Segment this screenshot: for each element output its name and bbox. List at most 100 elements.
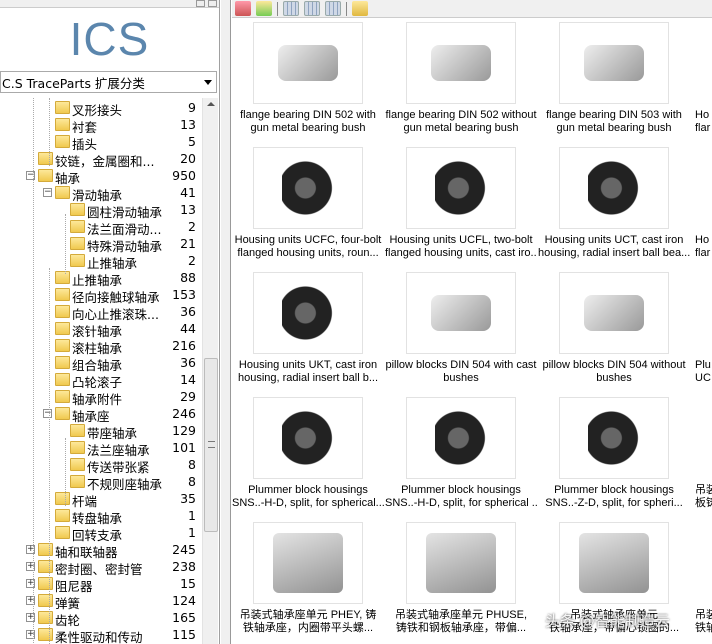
part-thumbnail[interactable] [406, 147, 516, 229]
tree-item[interactable]: 滚针轴承 44 [0, 320, 202, 339]
tree-item[interactable]: 转盘轴承 1 [0, 507, 202, 526]
tree-item[interactable]: 滚柱轴承 216 [0, 337, 202, 356]
part-image [273, 533, 343, 593]
part-item[interactable]: 吊装式轴承座单元 PHEY, 铸铁轴承座，内圈带平头螺... [232, 522, 384, 635]
part-image [426, 533, 496, 593]
scrollbar-thumb[interactable] [204, 358, 218, 532]
part-item[interactable]: pillow blocks DIN 504 with cast bushes [385, 272, 537, 385]
tree-item[interactable]: 止推轴承 2 [0, 252, 202, 271]
part-caption: 吊装 铁轴 [691, 609, 712, 635]
part-caption: flange bearing DIN 503 with gun metal bea… [538, 109, 690, 135]
part-item[interactable]: 吊装 铁轴 [691, 522, 712, 635]
part-image [282, 284, 334, 342]
tree-item[interactable]: 衬套 13 [0, 116, 202, 135]
chevron-down-icon[interactable] [204, 79, 212, 85]
part-caption: Ho flar [691, 234, 712, 260]
collapse-icon[interactable]: − [43, 188, 52, 197]
tree-item[interactable]: 向心止推滚珠... 36 [0, 303, 202, 322]
tree-item[interactable]: 凸轮滚子 14 [0, 371, 202, 390]
part-image [588, 159, 640, 217]
part-thumbnail[interactable] [253, 272, 363, 354]
part-item[interactable]: Housing units UCFC, four-bolt flanged hou… [232, 147, 384, 260]
tree-item[interactable]: 铰链，金属圈和... 20 [0, 150, 202, 169]
tree-item[interactable]: 特殊滑动轴承 21 [0, 235, 202, 254]
part-item[interactable]: flange bearing DIN 503 with gun metal bea… [538, 22, 690, 135]
part-item[interactable]: Ho flar [691, 147, 712, 260]
tree-item[interactable]: 带座轴承 129 [0, 422, 202, 441]
part-item[interactable]: Plu UC [691, 272, 712, 385]
part-thumbnail[interactable] [559, 272, 669, 354]
part-item[interactable]: Plummer block housings SNS..-Z-D, split, … [538, 397, 690, 510]
category-tree: 叉形接头 9 衬套 13 插头 5 铰链，金属圈和... 20− 轴承 950− 滑动轴承 41 圆柱滑… [0, 98, 202, 644]
part-thumbnail[interactable] [406, 272, 516, 354]
panel-splitter[interactable] [221, 0, 231, 644]
tree-item[interactable]: 不规则座轴承 8 [0, 473, 202, 492]
part-item[interactable]: flange bearing DIN 502 without gun metal … [385, 22, 537, 135]
tree-item[interactable]: 回转支承 1 [0, 524, 202, 543]
tree-item[interactable]: 插头 5 [0, 133, 202, 152]
part-item[interactable]: 吊装 板铸 [691, 397, 712, 510]
tree-item-label: 柔性驱动和传动 [55, 630, 143, 644]
part-thumbnail[interactable] [559, 397, 669, 479]
tree-item[interactable]: 法兰座轴承 101 [0, 439, 202, 458]
part-item[interactable]: Housing units UCFL, two-bolt flanged hous… [385, 147, 537, 260]
list-view-icon[interactable] [304, 1, 320, 16]
part-image [435, 409, 487, 467]
part-item[interactable]: Housing units UCT, cast iron housing, rad… [538, 147, 690, 260]
part-item[interactable]: pillow blocks DIN 504 without bushes [538, 272, 690, 385]
part-item[interactable]: Plummer block housings SNS..-H-D, split, … [232, 397, 384, 510]
part-item[interactable]: Plummer block housings SNS..-H-D, split, … [385, 397, 537, 510]
large-icons-view-icon[interactable] [283, 1, 299, 16]
tree-item[interactable]: 杆端 35 [0, 490, 202, 509]
caption-line: gun metal bearing bush [250, 122, 366, 134]
tree-item[interactable]: 止推轴承 88 [0, 269, 202, 288]
tree-scrollbar[interactable] [202, 98, 218, 644]
collapse-icon[interactable]: − [43, 409, 52, 418]
tree-item[interactable]: + 齿轮 165 [0, 609, 202, 628]
part-thumbnail[interactable] [559, 522, 669, 604]
tree-item[interactable]: 法兰面滑动... 2 [0, 218, 202, 237]
tree-item[interactable]: 轴承附件 29 [0, 388, 202, 407]
part-thumbnail[interactable] [406, 522, 516, 604]
details-view-icon[interactable] [325, 1, 341, 16]
tree-item[interactable]: + 轴和联轴器 245 [0, 541, 202, 560]
tree-item-count: 216 [172, 338, 196, 353]
part-thumbnail[interactable] [253, 522, 363, 604]
part-item[interactable]: flange bearing DIN 502 with gun metal bea… [232, 22, 384, 135]
tree-item-count: 115 [172, 627, 196, 642]
part-thumbnail[interactable] [406, 397, 516, 479]
tree-item[interactable]: 圆柱滑动轴承 13 [0, 201, 202, 220]
tree-item[interactable]: − 轴承 950 [0, 167, 202, 186]
tree-item[interactable]: 组合轴承 36 [0, 354, 202, 373]
home-icon[interactable] [235, 1, 251, 16]
tree-item[interactable]: + 柔性驱动和传动 115 [0, 626, 202, 644]
tree-item[interactable]: − 滑动轴承 41 [0, 184, 202, 203]
part-item[interactable]: Housing units UKT, cast iron housing, rad… [232, 272, 384, 385]
tree-item[interactable]: 叉形接头 9 [0, 99, 202, 118]
part-thumbnail[interactable] [559, 22, 669, 104]
part-thumbnail[interactable] [559, 147, 669, 229]
toolbar-separator [277, 1, 278, 16]
caption-line: 铁轴 [695, 622, 712, 634]
tree-item-count: 245 [172, 542, 196, 557]
tree-item[interactable]: 传送带张紧 8 [0, 456, 202, 475]
category-select[interactable]: C.S TraceParts 扩展分类 [0, 71, 217, 93]
tree-item[interactable]: + 密封圈、密封管 238 [0, 558, 202, 577]
up-folder-icon[interactable] [256, 1, 272, 16]
tree-item[interactable]: + 弹簧 124 [0, 592, 202, 611]
part-thumbnail[interactable] [406, 22, 516, 104]
part-item[interactable]: 吊装式轴承座单元 PHUSE, 铸铁和钢板轴承座，带偏... [385, 522, 537, 635]
caption-line: 铁轴承座，内圈带平头螺... [242, 622, 374, 634]
tree-item[interactable]: + 阻尼器 15 [0, 575, 202, 594]
tree-item[interactable]: − 轴承座 246 [0, 405, 202, 424]
scroll-up-icon[interactable] [207, 102, 215, 106]
part-thumbnail[interactable] [253, 147, 363, 229]
close-button[interactable] [208, 0, 217, 7]
tree-item[interactable]: 径向接触球轴承 153 [0, 286, 202, 305]
part-thumbnail[interactable] [253, 397, 363, 479]
part-item[interactable]: Ho flar [691, 22, 712, 135]
minimize-button[interactable] [196, 0, 205, 7]
part-thumbnail[interactable] [253, 22, 363, 104]
folder-icon [55, 356, 70, 369]
folders-icon[interactable] [352, 1, 368, 16]
